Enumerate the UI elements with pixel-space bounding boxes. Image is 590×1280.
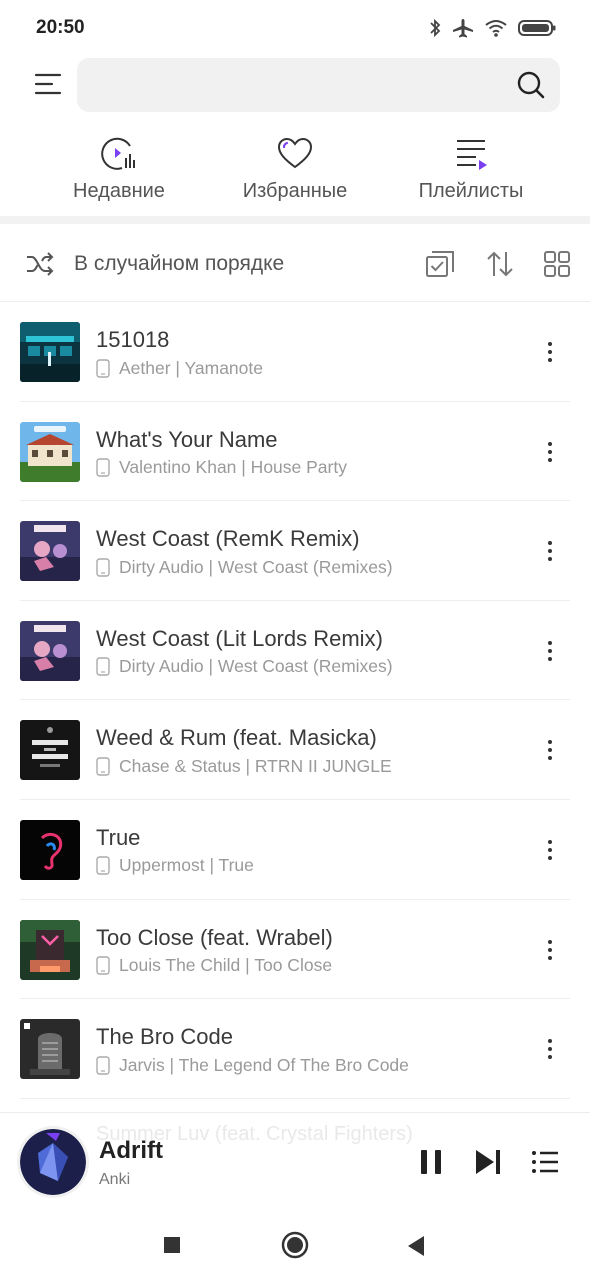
- device-icon: [96, 856, 110, 876]
- more-options-icon[interactable]: [540, 639, 560, 663]
- album-cover: [20, 421, 80, 482]
- tab-favorites-label: Избранные: [242, 180, 348, 202]
- song-title: West Coast (RemK Remix): [96, 526, 360, 552]
- song-title: West Coast (Lit Lords Remix): [96, 625, 383, 651]
- song-meta: Valentino Khan | House Party: [96, 457, 347, 478]
- search-input[interactable]: [93, 58, 503, 112]
- song-title: The Bro Code: [96, 1024, 233, 1050]
- now-playing-artist: Anki: [99, 1171, 131, 1188]
- song-title: True: [96, 824, 141, 850]
- device-icon: [96, 358, 110, 378]
- song-row[interactable]: Weed & Rum (feat. Masicka) Chase & Statu…: [0, 700, 590, 800]
- tab-recent-label: Недавние: [73, 180, 165, 202]
- album-cover: [20, 322, 80, 382]
- recents-icon[interactable]: [163, 1236, 181, 1259]
- status-time: 20:50: [36, 17, 85, 38]
- album-cover: [20, 521, 80, 582]
- song-artist-album: Uppermost | True: [119, 855, 254, 876]
- device-icon: [96, 657, 110, 676]
- list-toolbar: В случайном порядке: [0, 224, 590, 302]
- pause-icon[interactable]: [416, 1147, 446, 1177]
- home-icon[interactable]: [281, 1231, 309, 1264]
- song-row[interactable]: True Uppermost | True: [0, 800, 590, 900]
- album-cover: [20, 919, 80, 980]
- search-row: [0, 58, 590, 112]
- device-icon: [96, 557, 110, 577]
- song-meta: Dirty Audio | West Coast (Remixes): [96, 557, 393, 577]
- device-icon: [96, 757, 110, 776]
- song-artist-album: Chase & Status | RTRN II JUNGLE: [119, 755, 392, 776]
- bluetooth-icon: [428, 18, 442, 38]
- song-meta: Chase & Status | RTRN II JUNGLE: [96, 756, 392, 776]
- tab-recent[interactable]: Недавние: [34, 130, 204, 216]
- song-artist-album: Dirty Audio | West Coast (Remixes): [119, 656, 393, 677]
- album-cover: [20, 1019, 80, 1080]
- airplane-icon: [452, 18, 474, 38]
- song-list: 151018 Aether | Yamanote What's Your Nam…: [0, 302, 590, 1099]
- status-icons: [428, 18, 556, 38]
- grid-view-icon[interactable]: [543, 250, 573, 278]
- now-playing-cover[interactable]: [20, 1129, 86, 1195]
- shuffle-icon[interactable]: [26, 252, 54, 276]
- battery-icon: [518, 18, 556, 38]
- song-title: Weed & Rum (feat. Masicka): [96, 725, 377, 751]
- song-row[interactable]: 151018 Aether | Yamanote: [0, 302, 590, 402]
- song-meta: Jarvis | The Legend Of The Bro Code: [96, 1055, 409, 1075]
- device-icon: [96, 956, 110, 975]
- more-options-icon[interactable]: [540, 440, 560, 464]
- search-icon[interactable]: [516, 70, 546, 100]
- wifi-icon: [484, 18, 508, 38]
- tab-playlists-label: Плейлисты: [418, 180, 524, 202]
- song-title: 151018: [96, 327, 170, 352]
- song-row[interactable]: What's Your Name Valentino Khan | House …: [0, 402, 590, 502]
- more-options-icon[interactable]: [540, 738, 560, 762]
- album-cover: [20, 720, 80, 781]
- song-artist-album: Aether | Yamanote: [119, 357, 263, 378]
- section-divider: [0, 216, 590, 224]
- device-icon: [96, 1055, 110, 1075]
- playlist-icon: [452, 136, 490, 172]
- song-artist-album: Valentino Khan | House Party: [119, 457, 347, 478]
- queue-icon[interactable]: [530, 1147, 560, 1177]
- album-cover: [20, 819, 80, 880]
- sort-icon[interactable]: [485, 250, 515, 278]
- song-meta: Louis The Child | Too Close: [96, 955, 333, 976]
- song-artist-album: Dirty Audio | West Coast (Remixes): [119, 556, 393, 577]
- multi-select-icon[interactable]: [425, 250, 455, 278]
- status-bar: 20:50: [0, 0, 590, 56]
- tab-favorites[interactable]: Избранные: [210, 130, 380, 216]
- song-row[interactable]: The Bro Code Jarvis | The Legend Of The …: [0, 999, 590, 1099]
- menu-icon[interactable]: [34, 72, 62, 98]
- song-artist-album: Louis The Child | Too Close: [119, 955, 333, 976]
- song-title: Too Close (feat. Wrabel): [96, 924, 333, 950]
- more-options-icon[interactable]: [540, 539, 560, 563]
- more-options-icon[interactable]: [540, 1037, 560, 1061]
- song-meta: Aether | Yamanote: [96, 358, 263, 378]
- more-options-icon[interactable]: [540, 340, 560, 364]
- more-options-icon[interactable]: [540, 838, 560, 862]
- song-artist-album: Jarvis | The Legend Of The Bro Code: [119, 1054, 409, 1075]
- now-playing-title: Adrift: [99, 1137, 163, 1164]
- song-meta: Dirty Audio | West Coast (Remixes): [96, 656, 393, 677]
- more-options-icon[interactable]: [540, 938, 560, 962]
- shuffle-label[interactable]: В случайном порядке: [74, 252, 284, 276]
- back-icon[interactable]: [406, 1235, 426, 1262]
- song-row[interactable]: West Coast (Lit Lords Remix) Dirty Audio…: [0, 601, 590, 701]
- song-row[interactable]: West Coast (RemK Remix) Dirty Audio | We…: [0, 501, 590, 601]
- song-title: What's Your Name: [96, 426, 278, 452]
- now-playing-bar[interactable]: Summer Luv (feat. Crystal Fighters) Adri…: [0, 1112, 590, 1212]
- next-track-icon[interactable]: [473, 1147, 503, 1177]
- search-box[interactable]: [77, 58, 560, 112]
- category-tabs: Недавние Избранные Плейлисты: [0, 130, 590, 216]
- song-meta: Uppermost | True: [96, 855, 254, 876]
- heart-icon: [276, 136, 314, 172]
- album-cover: [20, 620, 80, 681]
- tab-playlists[interactable]: Плейлисты: [386, 130, 556, 216]
- recent-icon: [100, 136, 138, 172]
- device-icon: [96, 458, 110, 477]
- song-row[interactable]: Too Close (feat. Wrabel) Louis The Child…: [0, 900, 590, 1000]
- system-nav-bar: [0, 1212, 590, 1280]
